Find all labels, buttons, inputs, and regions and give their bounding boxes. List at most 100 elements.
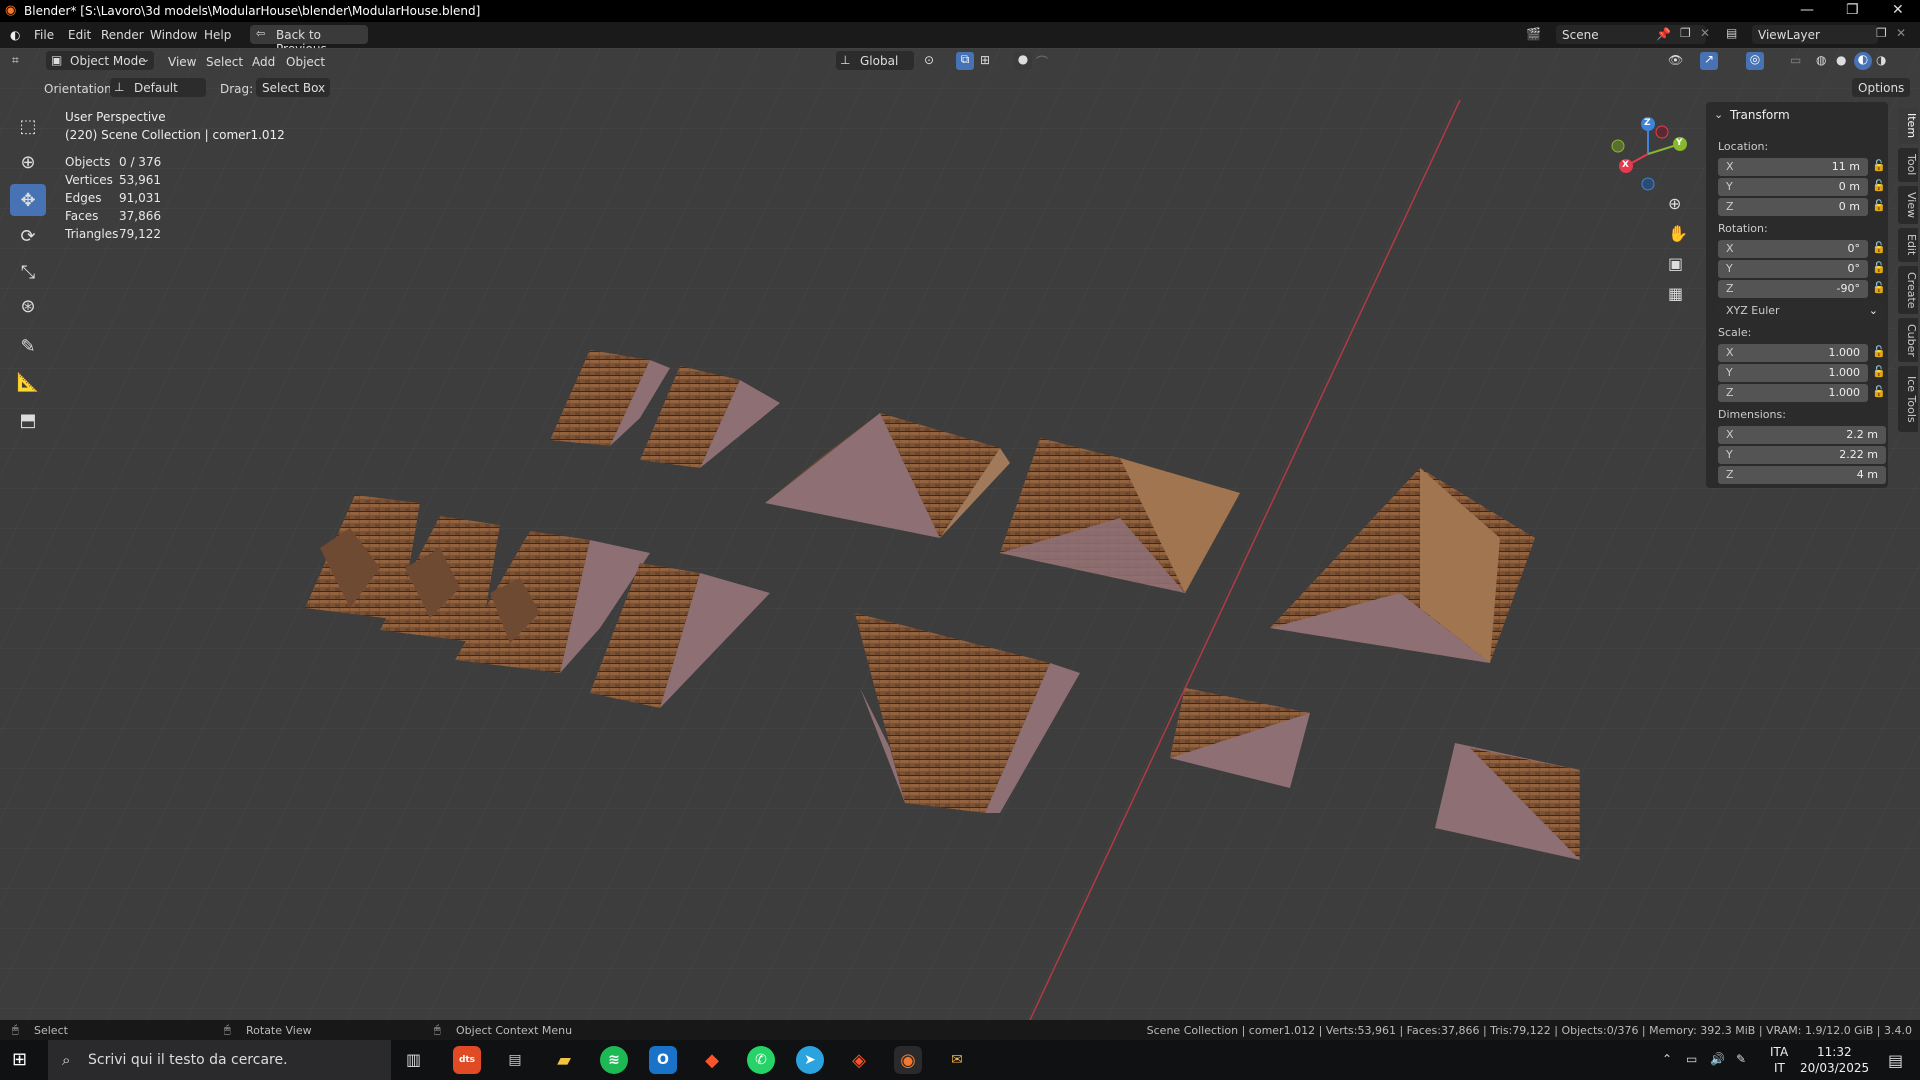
close-icon[interactable]: ✕ (1892, 2, 1904, 18)
chevron-down-icon[interactable]: ⌄ (1714, 108, 1723, 121)
proportional-edit-icon[interactable]: ● (1014, 52, 1032, 70)
lock-icon[interactable]: 🔓 (1872, 365, 1886, 378)
solid-shading-icon[interactable]: ● (1836, 53, 1846, 67)
rotation-mode-selector[interactable]: XYZ Euler ⌄ (1718, 302, 1886, 320)
transform-orientation-selector[interactable]: ⊥ Global (836, 51, 914, 70)
tab-ice-tools[interactable]: Ice Tools (1898, 366, 1918, 432)
windows-start-icon[interactable]: ⊞ (12, 1049, 27, 1070)
scale-tool[interactable]: ⤡ (10, 256, 46, 288)
move-tool[interactable]: ✥ (10, 184, 46, 216)
scale-z-field[interactable]: Z 1.000 (1718, 384, 1868, 402)
scale-x-field[interactable]: X 1.000 (1718, 344, 1868, 362)
rotation-y-field[interactable]: Y 0° (1718, 260, 1868, 278)
snap-toggle-icon[interactable]: ⧉ (956, 52, 974, 70)
annotate-tool[interactable]: ✎ (10, 330, 46, 362)
select-box-tool[interactable]: ⬚ (10, 110, 46, 142)
material-shading-icon[interactable]: ◐ (1854, 52, 1872, 70)
dimensions-x-field[interactable]: X 2.2 m (1718, 426, 1886, 444)
mode-selector[interactable]: ▣ Object Mode ⌄ (46, 51, 154, 70)
tab-edit[interactable]: Edit (1898, 228, 1918, 262)
blender-menu-icon[interactable]: ◐ (10, 28, 20, 42)
transform-tool[interactable]: ⊛ (10, 290, 46, 322)
pivot-point-icon[interactable]: ⊙ (924, 53, 934, 67)
outlook-icon[interactable]: O (649, 1046, 677, 1074)
camera-view-icon[interactable]: ▣ (1668, 254, 1683, 273)
remove-viewlayer-icon[interactable]: ✕ (1896, 26, 1906, 40)
file-explorer-icon[interactable]: ▰ (550, 1046, 578, 1074)
lock-icon[interactable]: 🔓 (1872, 281, 1886, 294)
language-indicator[interactable]: ITA (1770, 1045, 1788, 1059)
ortho-toggle-icon[interactable]: ▦ (1668, 284, 1683, 303)
menu-view[interactable]: View (168, 55, 196, 69)
new-scene-icon[interactable]: ❐ (1680, 26, 1691, 40)
tab-create[interactable]: Create (1898, 266, 1918, 314)
add-cube-tool[interactable]: ⬒ (10, 404, 46, 436)
brave-icon[interactable]: ◆ (698, 1046, 726, 1074)
location-x-field[interactable]: X 11 m (1718, 158, 1868, 176)
gizmo-toggle-icon[interactable]: ↗ (1700, 52, 1718, 70)
new-viewlayer-icon[interactable]: ❐ (1876, 26, 1887, 40)
menu-add[interactable]: Add (252, 55, 275, 69)
menu-select[interactable]: Select (206, 55, 243, 69)
dts-app-icon[interactable]: dts (453, 1046, 481, 1074)
options-button[interactable]: Options (1852, 78, 1910, 97)
lock-icon[interactable]: 🔓 (1872, 199, 1886, 212)
clock-time[interactable]: 11:32 (1817, 1045, 1852, 1059)
menu-window[interactable]: Window (150, 28, 197, 42)
lock-icon[interactable]: 🔓 (1872, 241, 1886, 254)
lock-icon[interactable]: 🔓 (1872, 385, 1886, 398)
viewlayer-field[interactable]: ViewLayer (1752, 25, 1878, 44)
location-z-field[interactable]: Z0 m (1718, 198, 1868, 216)
restore-icon[interactable]: ❐ (1846, 2, 1859, 18)
brave-beta-icon[interactable]: ◈ (845, 1046, 873, 1074)
volume-icon[interactable]: 🔊 (1710, 1052, 1725, 1066)
tab-cuber[interactable]: Cuber (1898, 318, 1918, 362)
back-to-previous-button[interactable]: ⇦ Back to Previous (250, 25, 368, 56)
clock-date[interactable]: 20/03/2025 (1800, 1061, 1869, 1075)
xray-icon[interactable]: ▭ (1790, 53, 1801, 67)
notification-icon[interactable]: ▤ (1888, 1051, 1903, 1070)
lock-icon[interactable]: 🔓 (1872, 159, 1886, 172)
rendered-shading-icon[interactable]: ◑ (1876, 53, 1886, 67)
pan-hand-icon[interactable]: ✋ (1668, 224, 1688, 243)
whatsapp-icon[interactable]: ✆ (747, 1046, 775, 1074)
tab-view[interactable]: View (1898, 186, 1918, 224)
taskbar-search-box[interactable]: ⌕ Scrivi qui il testo da cercare. (48, 1040, 391, 1080)
rotation-x-field[interactable]: X 0° (1718, 240, 1868, 258)
network-icon[interactable]: ▭ (1686, 1052, 1697, 1066)
dimensions-y-field[interactable]: Y 2.22 m (1718, 446, 1886, 464)
telegram-icon[interactable]: ➤ (796, 1046, 824, 1074)
menu-edit[interactable]: Edit (68, 28, 91, 42)
remove-scene-icon[interactable]: ✕ (1700, 26, 1710, 40)
tray-chevron-icon[interactable]: ⌃ (1662, 1052, 1672, 1066)
blender-taskbar-icon[interactable]: ◉ (894, 1046, 922, 1074)
lock-icon[interactable]: 🔓 (1872, 179, 1886, 192)
menu-object[interactable]: Object (286, 55, 325, 69)
menu-help[interactable]: Help (204, 28, 231, 42)
mail-app-icon[interactable]: ✉ (943, 1046, 971, 1074)
wireframe-shading-icon[interactable]: ◍ (1816, 53, 1826, 67)
visibility-icon[interactable]: 👁 (1668, 53, 1683, 67)
pen-icon[interactable]: ✎ (1736, 1052, 1746, 1066)
snap-target-icon[interactable]: ⊞ (980, 53, 990, 67)
spotify-icon[interactable]: ≋ (600, 1046, 628, 1074)
location-y-field[interactable]: Y0 m (1718, 178, 1868, 196)
rotate-tool[interactable]: ⟳ (10, 220, 46, 252)
orientation-selector[interactable]: ⊥ Default (110, 78, 206, 97)
menu-render[interactable]: Render (101, 28, 144, 42)
lock-icon[interactable]: 🔓 (1872, 261, 1886, 274)
falloff-icon[interactable]: ⌒ (1036, 53, 1048, 70)
file-manager-icon[interactable]: ▤ (501, 1046, 529, 1074)
tab-tool[interactable]: Tool (1898, 148, 1918, 182)
measure-tool[interactable]: 📐 (10, 366, 46, 398)
cursor-tool[interactable]: ⊕ (10, 146, 46, 178)
overlay-toggle-icon[interactable]: ◎ (1746, 52, 1764, 70)
dimensions-z-field[interactable]: Z4 m (1718, 466, 1886, 484)
viewlayer-icon[interactable]: ▤ (1726, 26, 1737, 40)
task-view-icon[interactable]: ▥ (406, 1050, 421, 1069)
scale-y-field[interactable]: Y 1.000 (1718, 364, 1868, 382)
scene-selector-icon[interactable]: 🎬 (1526, 27, 1541, 41)
editor-type-icon[interactable]: ⌗ (12, 53, 19, 68)
navigation-gizmo[interactable]: Z Y X (1608, 114, 1688, 194)
pin-icon[interactable]: 📌 (1656, 27, 1671, 41)
